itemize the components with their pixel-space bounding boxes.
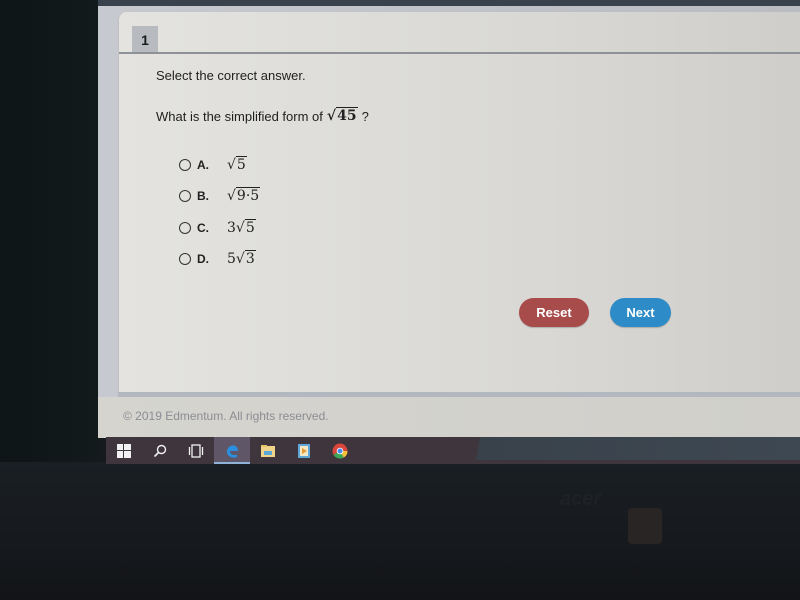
- option-coefficient: 5: [227, 251, 236, 268]
- radio-button[interactable]: [179, 158, 191, 171]
- radio-button[interactable]: [179, 190, 191, 203]
- question-card: 1 Select the correct answer. What is the…: [118, 12, 800, 392]
- screen: 1 Select the correct answer. What is the…: [98, 0, 800, 438]
- option-letter: D.: [197, 252, 209, 267]
- edge-browser-icon: [227, 444, 238, 458]
- webcam-cover: [628, 508, 662, 544]
- prompt-radicand: 45: [336, 107, 358, 124]
- monitor-bezel-bottom: [0, 462, 800, 600]
- option-b[interactable]: B. √9·5: [179, 181, 261, 213]
- chrome-icon: [332, 443, 348, 459]
- next-button[interactable]: Next: [610, 298, 671, 327]
- option-radicand: 3: [244, 250, 256, 268]
- search-icon: [153, 444, 167, 457]
- windows-start-icon: [117, 443, 131, 458]
- brand-logo: acer: [560, 488, 602, 510]
- taskbar-file-explorer[interactable]: [250, 437, 286, 464]
- answer-options: A. √5 B. √9·5 C. 3√5 D. 5√3: [179, 149, 261, 276]
- radio-button[interactable]: [179, 221, 191, 234]
- start-button[interactable]: [106, 437, 142, 464]
- taskbar-media-player[interactable]: [286, 437, 322, 464]
- taskbar-chrome[interactable]: [322, 437, 358, 464]
- option-d[interactable]: D. 5√3: [179, 244, 260, 276]
- question-header-divider: [119, 52, 800, 54]
- option-letter: C.: [197, 220, 209, 235]
- footer: © 2019 Edmentum. All rights reserved.: [98, 397, 800, 438]
- reset-button[interactable]: Reset: [519, 298, 589, 327]
- question-text: What is the simplified form of: [156, 108, 323, 124]
- prompt-math: √45: [326, 107, 358, 124]
- option-c[interactable]: C. 3√5: [179, 212, 260, 244]
- task-view-button[interactable]: [178, 437, 214, 464]
- question-number: 1: [132, 26, 158, 53]
- question-prompt: What is the simplified form of √45 ?: [156, 107, 369, 124]
- media-player-icon: [298, 443, 310, 458]
- option-letter: B.: [197, 189, 209, 204]
- question-suffix: ?: [361, 108, 369, 124]
- option-math: 5√3: [227, 250, 256, 268]
- taskbar-background-right: [452, 437, 800, 460]
- option-radicand: 9·5: [235, 187, 261, 205]
- monitor-bezel-left: [0, 0, 98, 470]
- radio-button[interactable]: [179, 253, 191, 266]
- file-explorer-icon: [261, 444, 275, 457]
- browser-top-strip: [98, 0, 800, 6]
- option-math: 3√5: [227, 218, 256, 236]
- option-math: √5: [227, 155, 247, 173]
- taskbar-edge[interactable]: [214, 437, 250, 464]
- option-letter: A.: [197, 157, 209, 172]
- option-radicand: 5: [244, 218, 256, 236]
- option-coefficient: 3: [227, 219, 236, 236]
- task-view-icon: [188, 443, 204, 458]
- search-button[interactable]: [142, 437, 178, 464]
- instruction-text: Select the correct answer.: [156, 68, 306, 83]
- copyright-text: © 2019 Edmentum. All rights reserved.: [123, 409, 329, 423]
- option-radicand: 5: [235, 155, 247, 173]
- option-a[interactable]: A. √5: [179, 149, 260, 181]
- option-math: √9·5: [227, 187, 261, 205]
